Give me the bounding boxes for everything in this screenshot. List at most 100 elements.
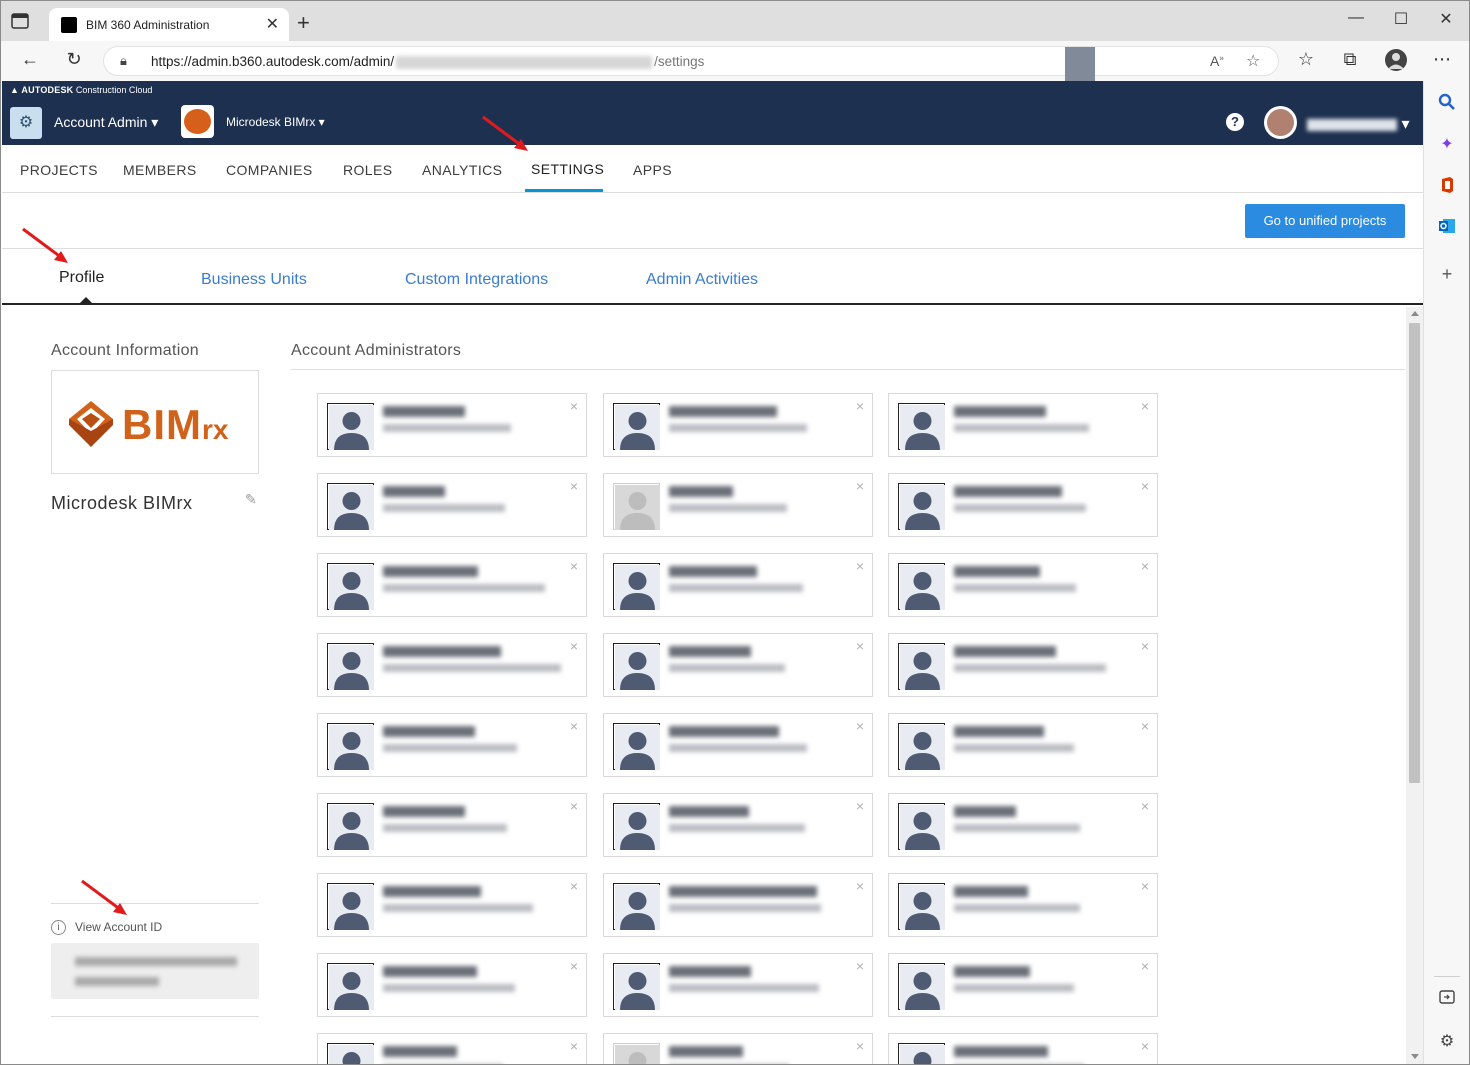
admin-card[interactable]: × <box>603 713 873 777</box>
nav-analytics[interactable]: ANALYTICS <box>422 162 502 178</box>
remove-admin-icon[interactable]: × <box>1141 798 1149 814</box>
edit-pencil-icon[interactable]: ✎ <box>245 491 257 508</box>
split-screen-icon[interactable] <box>1436 989 1458 1011</box>
admin-card[interactable]: × <box>603 873 873 937</box>
remove-admin-icon[interactable]: × <box>856 878 864 894</box>
remove-admin-icon[interactable]: × <box>570 398 578 414</box>
new-tab-icon[interactable]: + <box>297 10 310 36</box>
go-to-unified-projects-button[interactable]: Go to unified projects <box>1245 204 1405 238</box>
remove-admin-icon[interactable]: × <box>856 638 864 654</box>
admin-card[interactable]: × <box>888 1033 1158 1064</box>
content-scrollbar[interactable] <box>1406 307 1423 1064</box>
collections-icon[interactable]: ⧉ <box>1337 49 1363 70</box>
scroll-up-icon[interactable] <box>1411 311 1419 316</box>
admin-card[interactable]: × <box>888 713 1158 777</box>
outlook-icon[interactable] <box>1436 218 1458 240</box>
admin-card[interactable]: × <box>603 473 873 537</box>
office-icon[interactable] <box>1436 176 1458 198</box>
nav-projects[interactable]: PROJECTS <box>20 162 98 178</box>
admin-card[interactable]: × <box>888 793 1158 857</box>
minimize-icon[interactable]: — <box>1341 9 1371 27</box>
user-menu[interactable]: ▾ <box>1307 114 1409 133</box>
admin-card[interactable]: × <box>317 473 587 537</box>
admin-card[interactable]: × <box>603 793 873 857</box>
remove-admin-icon[interactable]: × <box>1141 398 1149 414</box>
admin-card[interactable]: × <box>603 1033 873 1064</box>
settings-icon[interactable]: ⚙ <box>1436 1031 1458 1053</box>
nav-roles[interactable]: ROLES <box>343 162 392 178</box>
close-window-icon[interactable]: ✕ <box>1431 9 1461 29</box>
tab-profile[interactable]: Profile <box>59 269 104 287</box>
remove-admin-icon[interactable]: × <box>570 478 578 494</box>
remove-admin-icon[interactable]: × <box>570 1038 578 1054</box>
address-bar[interactable]: 🔒︎ https://admin.b360.autodesk.com/admin… <box>103 46 1279 76</box>
profile-icon[interactable] <box>1383 48 1409 77</box>
account-id-field[interactable] <box>51 943 259 999</box>
company-logo[interactable]: BIMrx <box>51 370 259 474</box>
admin-card[interactable]: × <box>317 713 587 777</box>
remove-admin-icon[interactable]: × <box>856 398 864 414</box>
url-text[interactable]: https://admin.b360.autodesk.com/admin//s… <box>151 54 704 69</box>
remove-admin-icon[interactable]: × <box>570 558 578 574</box>
admin-card[interactable]: × <box>888 953 1158 1017</box>
remove-admin-icon[interactable]: × <box>570 878 578 894</box>
nav-apps[interactable]: APPS <box>633 162 672 178</box>
help-icon[interactable]: ? <box>1226 113 1244 131</box>
remove-admin-icon[interactable]: × <box>856 558 864 574</box>
account-switcher[interactable]: Microdesk BIMrx ▾ <box>226 115 325 129</box>
tab-custom-integrations[interactable]: Custom Integrations <box>405 271 548 289</box>
remove-admin-icon[interactable]: × <box>856 478 864 494</box>
admin-card[interactable]: × <box>888 473 1158 537</box>
tab-actions-icon[interactable] <box>11 13 31 31</box>
nav-members[interactable]: MEMBERS <box>123 162 197 178</box>
remove-admin-icon[interactable]: × <box>1141 638 1149 654</box>
module-switcher[interactable]: Account Admin ▾ <box>54 114 158 131</box>
remove-admin-icon[interactable]: × <box>856 1038 864 1054</box>
view-account-id-link[interactable]: View Account ID <box>75 920 162 934</box>
scrollbar-thumb[interactable] <box>1409 323 1420 783</box>
remove-admin-icon[interactable]: × <box>856 718 864 734</box>
admin-card[interactable]: × <box>603 553 873 617</box>
admin-card[interactable]: × <box>603 953 873 1017</box>
admin-card[interactable]: × <box>603 393 873 457</box>
nav-companies[interactable]: COMPANIES <box>226 162 313 178</box>
remove-admin-icon[interactable]: × <box>1141 478 1149 494</box>
back-icon[interactable]: ← <box>17 49 43 70</box>
admin-card[interactable]: × <box>317 953 587 1017</box>
remove-admin-icon[interactable]: × <box>1141 958 1149 974</box>
favorites-icon[interactable]: ☆ <box>1293 49 1319 70</box>
tab-admin-activities[interactable]: Admin Activities <box>646 271 758 289</box>
admin-gear-icon[interactable]: ⚙ <box>10 107 42 139</box>
favorites-add-icon[interactable]: ☆ <box>1246 51 1260 71</box>
remove-admin-icon[interactable]: × <box>570 798 578 814</box>
remove-admin-icon[interactable]: × <box>570 638 578 654</box>
search-icon[interactable] <box>1436 93 1458 115</box>
admin-card[interactable]: × <box>603 633 873 697</box>
remove-admin-icon[interactable]: × <box>1141 1038 1149 1054</box>
read-aloud-icon[interactable]: A» <box>1210 53 1224 69</box>
remove-admin-icon[interactable]: × <box>570 718 578 734</box>
admin-card[interactable]: × <box>888 873 1158 937</box>
admin-card[interactable]: × <box>888 633 1158 697</box>
admin-card[interactable]: × <box>888 393 1158 457</box>
tab-business-units[interactable]: Business Units <box>201 271 307 289</box>
admin-card[interactable]: × <box>317 1033 587 1064</box>
copilot-icon[interactable]: ✦ <box>1436 134 1458 156</box>
tab-close-icon[interactable]: ✕ <box>266 14 279 34</box>
more-icon[interactable]: ⋯ <box>1429 49 1455 70</box>
admin-card[interactable]: × <box>317 793 587 857</box>
remove-admin-icon[interactable]: × <box>1141 558 1149 574</box>
refresh-icon[interactable]: ↻ <box>61 49 87 70</box>
remove-admin-icon[interactable]: × <box>1141 718 1149 734</box>
add-icon[interactable]: + <box>1436 263 1458 285</box>
remove-admin-icon[interactable]: × <box>856 798 864 814</box>
admin-card[interactable]: × <box>317 553 587 617</box>
nav-settings[interactable]: SETTINGS <box>531 161 604 177</box>
remove-admin-icon[interactable]: × <box>570 958 578 974</box>
remove-admin-icon[interactable]: × <box>1141 878 1149 894</box>
admin-card[interactable]: × <box>317 633 587 697</box>
remove-admin-icon[interactable]: × <box>856 958 864 974</box>
scroll-down-icon[interactable] <box>1411 1054 1419 1059</box>
admin-card[interactable]: × <box>317 393 587 457</box>
maximize-icon[interactable]: ☐ <box>1386 9 1416 29</box>
